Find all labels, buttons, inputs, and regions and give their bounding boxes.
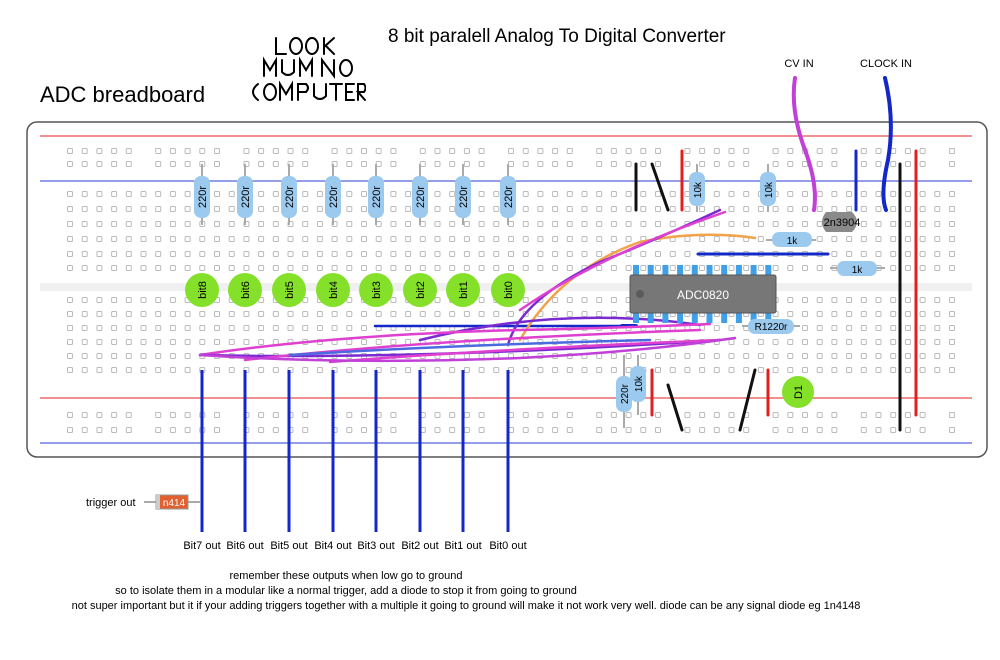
led-label: bit3 xyxy=(371,281,383,299)
output-label: Bit5 out xyxy=(270,540,308,552)
resistor-r1220: R1220r xyxy=(742,319,800,334)
led-bit2: bit2 xyxy=(403,273,437,307)
led-label: bit5 xyxy=(284,281,296,299)
note-line-2: so to isolate them in a modular like a n… xyxy=(115,585,577,597)
resistor-label: 220r xyxy=(240,186,252,208)
note-line-1: remember these outputs when low go to gr… xyxy=(229,570,463,582)
led-label: bit4 xyxy=(328,281,340,299)
trigger-out-label: trigger out xyxy=(86,497,136,509)
trigger-diode-label: n414 xyxy=(163,498,186,509)
resistor-label: 220r xyxy=(284,186,296,208)
resistor-label: 220r xyxy=(458,186,470,208)
output-label: Bit0 out xyxy=(489,540,527,552)
output-label: Bit7 out xyxy=(183,540,221,552)
transistor-label: 2n3904 xyxy=(824,217,861,229)
d1-led: D1 xyxy=(782,376,814,408)
resistor-label: R1220r xyxy=(755,322,788,333)
breadboard-diagram: 220r 220r 220r 220r 220r 220r 220r 220r bit8 bit… xyxy=(26,76,988,532)
chip-label: ADC0820 xyxy=(677,288,729,302)
resistor-label: 220r xyxy=(371,186,383,208)
output-label: Bit3 out xyxy=(357,540,395,552)
output-label: Bit2 out xyxy=(401,540,439,552)
led-label: bit1 xyxy=(458,281,470,299)
led-label: bit0 xyxy=(503,281,515,299)
resistor-label: 1k xyxy=(852,265,864,276)
d1-label: D1 xyxy=(793,385,805,399)
resistor-label: 220r xyxy=(328,186,340,208)
led-bit3: bit3 xyxy=(359,273,393,307)
resistor-label: 10k xyxy=(693,181,704,198)
led-label: bit2 xyxy=(415,281,427,299)
led-bit4: bit4 xyxy=(316,273,350,307)
resistor-label: 220r xyxy=(620,383,631,404)
trigger-diode: n414 xyxy=(144,494,200,510)
resistor-label: 10k xyxy=(634,375,645,392)
resistor-label: 220r xyxy=(197,186,209,208)
output-label: Bit4 out xyxy=(314,540,352,552)
led-bit6: bit6 xyxy=(228,273,262,307)
output-label: Bit6 out xyxy=(226,540,264,552)
led-label: bit6 xyxy=(240,281,252,299)
led-bit5: bit5 xyxy=(272,273,306,307)
resistor-label: 10k xyxy=(764,181,775,198)
resistor-label: 220r xyxy=(503,186,515,208)
led-label: bit8 xyxy=(197,281,209,299)
note-line-3: not super important but it if your addin… xyxy=(71,600,861,612)
output-label: Bit1 out xyxy=(444,540,482,552)
resistor-label: 220r xyxy=(415,186,427,208)
resistor-label: 1k xyxy=(787,236,799,247)
led-bit1: bit1 xyxy=(446,273,480,307)
led-bit0: bit0 xyxy=(491,273,525,307)
led-bit8: bit8 xyxy=(185,273,219,307)
